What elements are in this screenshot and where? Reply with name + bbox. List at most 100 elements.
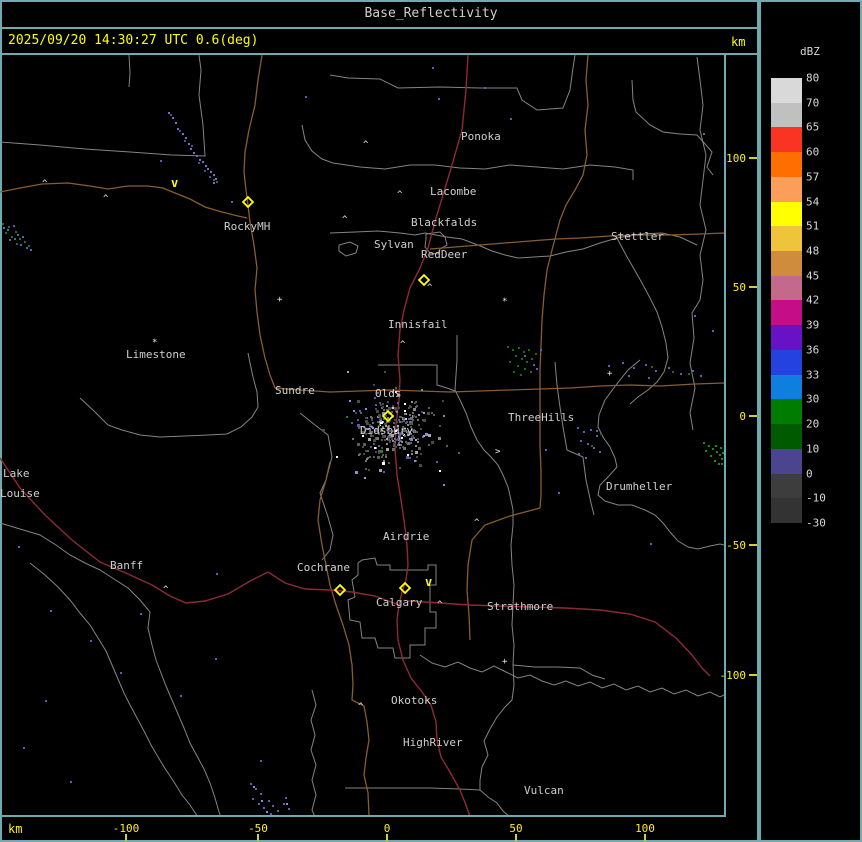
echo-pixel-clutter — [392, 407, 394, 409]
echo-pixel-north-sparse — [438, 98, 440, 100]
echo-pixel-clutter — [364, 477, 366, 479]
right-axis-tick — [749, 157, 757, 159]
town-label-drumheller: Drumheller — [606, 480, 673, 493]
echo-pixel-clutter — [420, 428, 422, 430]
echo-pixel-clutter — [382, 403, 384, 405]
map-glyph-icon: ^ — [358, 702, 364, 712]
scale-tick-label: 10 — [806, 442, 819, 455]
echo-pixel-clutter — [351, 422, 353, 424]
title-bar: Base_Reflectivity — [0, 0, 862, 27]
echo-pixel-east-blue — [648, 377, 650, 379]
echo-pixel-east-blue — [580, 440, 582, 442]
echo-pixel-clutter — [381, 456, 383, 458]
echo-pixel-clutter — [353, 410, 355, 412]
echo-pixel-nw-line — [202, 161, 204, 163]
county-boundary — [480, 790, 510, 815]
echo-pixel-clutter — [392, 405, 394, 407]
echo-pixel-clutter — [368, 469, 370, 471]
echo-pixel-clutter — [395, 446, 397, 448]
echo-pixel-green-specks — [5, 232, 7, 234]
echo-pixel-clutter — [371, 419, 373, 421]
echo-pixel-clutter — [423, 412, 425, 414]
echo-pixel-clutter — [336, 456, 338, 458]
echo-pixel-east-blue — [583, 431, 585, 433]
echo-pixel-mid-green — [528, 349, 530, 351]
echo-pixel-clutter — [406, 456, 409, 459]
echo-pixel-clutter — [409, 414, 411, 416]
county-boundary — [617, 238, 668, 404]
secondary-road — [0, 183, 247, 218]
echo-pixel-clutter — [385, 454, 387, 456]
echo-pixel-right-edge-green — [710, 455, 712, 457]
echo-pixel-clutter — [349, 400, 351, 402]
map-glyph-icon: ^ — [437, 600, 443, 610]
map-glyph-icon: ^ — [163, 585, 169, 595]
echo-pixel-nw-line — [175, 122, 177, 124]
echo-pixel-nw-line — [177, 128, 179, 130]
echo-pixel-east-blue — [650, 543, 652, 545]
scale-band — [771, 226, 802, 251]
map-glyph-icon: ^ — [342, 215, 348, 225]
scan-timestamp: 2025/09/20 14:30:27 UTC 0.6(deg) — [8, 33, 258, 48]
echo-pixel-clutter — [388, 462, 390, 464]
radar-viewer-window: Base_Reflectivity 2025/09/20 14:30:27 UT… — [0, 0, 862, 842]
echo-pixel-south-blue — [215, 658, 217, 660]
echo-pixel-clutter — [423, 419, 426, 422]
echo-pixel-west-blue — [22, 236, 24, 238]
echo-pixel-nw-line-dim — [191, 145, 193, 147]
echo-pixel-green-specks — [24, 241, 26, 243]
echo-pixel-clutter — [383, 471, 385, 473]
map-glyph-icon: ^ — [400, 340, 406, 350]
county-boundary — [339, 242, 358, 256]
echo-pixel-clutter — [431, 412, 433, 414]
town-label-lake: Lake — [3, 467, 30, 480]
echo-pixel-clutter — [370, 446, 372, 448]
echo-pixel-clutter — [392, 448, 395, 451]
scale-tick-label: 70 — [806, 96, 819, 109]
echo-pixel-clutter — [404, 410, 406, 412]
echo-pixel-mid-blue — [536, 368, 538, 370]
echo-pixel-east-blue — [585, 457, 587, 459]
echo-pixel-south-blue — [180, 695, 182, 697]
echo-pixel-clutter — [399, 447, 401, 449]
echo-pixel-clutter — [369, 456, 371, 458]
echo-pixel-clutter — [357, 400, 360, 403]
echo-pixel-clutter — [386, 438, 388, 440]
echo-pixel-clutter — [375, 408, 377, 410]
map-glyph-icon: ^ — [103, 194, 109, 204]
town-label-louise: Louise — [0, 487, 40, 500]
echo-pixel-clutter — [408, 418, 410, 420]
bottom-axis-unit-label: km — [8, 822, 22, 836]
echo-pixel-clutter — [413, 408, 416, 411]
echo-pixel-clutter — [367, 457, 369, 459]
echo-pixel-south-bright — [266, 811, 268, 813]
echo-pixel-north-sparse — [305, 96, 307, 98]
echo-pixel-right-edge-green — [714, 460, 716, 462]
echo-pixel-clutter — [399, 416, 401, 418]
echo-pixel-clutter — [322, 429, 325, 432]
echo-pixel-clutter — [401, 421, 403, 423]
echo-pixel-clutter — [373, 439, 376, 442]
echo-pixel-clutter — [421, 411, 423, 413]
map-glyph-icon: ^ — [427, 283, 433, 293]
echo-pixel-west-blue — [20, 244, 22, 246]
echo-pixel-east-blue — [596, 430, 598, 432]
echo-pixel-clutter — [373, 443, 375, 445]
bottom-axis-tick — [515, 834, 517, 841]
echo-pixel-clutter — [416, 456, 418, 458]
echo-pixel-clutter — [404, 403, 406, 405]
echo-pixel-east-blue — [645, 364, 647, 366]
echo-pixel-clutter — [404, 413, 406, 415]
county-boundary — [513, 665, 605, 679]
echo-pixel-south-blue — [120, 672, 122, 674]
echo-pixel-clutter — [398, 442, 400, 444]
echo-pixel-clutter — [384, 439, 386, 441]
echo-pixel-north-sparse — [432, 67, 434, 69]
echo-pixel-clutter — [377, 456, 380, 459]
echo-pixel-clutter — [407, 454, 409, 456]
echo-pixel-west-blue — [13, 225, 15, 227]
town-label-reddeer: RedDeer — [421, 248, 468, 261]
echo-pixel-clutter — [403, 420, 405, 422]
echo-pixel-east-blue — [622, 362, 624, 364]
scale-band — [771, 325, 802, 350]
